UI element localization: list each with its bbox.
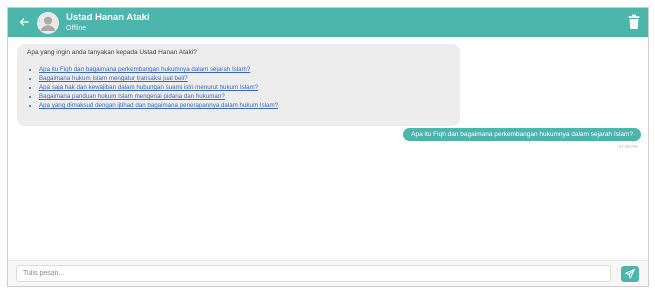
outgoing-message: Apa itu Fiqh dan bagaimana perkembangan … [403,128,641,141]
composer-bar [8,260,648,286]
contact-status: Offline [66,25,87,32]
incoming-message-intro: Apa yang ingin anda tanyakan kepada Usta… [27,49,197,56]
list-item: Apa saja hak dan kewajiban dalam hubunga… [39,83,278,92]
list-item: Apa yang dimaksud dengan ijtihad dan bag… [39,101,278,110]
send-button[interactable] [621,266,639,282]
avatar[interactable] [37,12,59,34]
arrow-left-icon [19,18,29,26]
message-input[interactable] [16,265,611,282]
suggestion-list: Apa itu Fiqh dan bagaimana perkembangan … [27,65,278,110]
trash-icon [628,14,640,29]
back-button[interactable] [16,14,32,30]
incoming-message: Apa yang ingin anda tanyakan kepada Usta… [17,44,460,126]
delete-chat-button[interactable] [627,14,641,30]
list-item: Apa itu Fiqh dan bagaimana perkembangan … [39,65,278,74]
list-item: Bagaimana hukum Islam mengatur transaksi… [39,74,278,83]
message-area[interactable]: Apa yang ingin anda tanyakan kepada Usta… [8,37,648,260]
user-avatar-icon [37,12,59,34]
message-timestamp: 07:00 PM [618,144,638,149]
send-icon [625,269,635,279]
suggestion-link[interactable]: Bagaimana hukum Islam mengatur transaksi… [39,75,188,82]
suggestion-link[interactable]: Bagaimana panduan hukum Islam mengenai p… [39,93,225,100]
suggestion-link[interactable]: Apa saja hak dan kewajiban dalam hubunga… [39,84,258,91]
chat-window: Ustad Hanan Ataki Offline Apa yang ingin… [7,7,649,287]
suggestion-link[interactable]: Apa yang dimaksud dengan ijtihad dan bag… [39,102,278,109]
list-item: Bagaimana panduan hukum Islam mengenai p… [39,92,278,101]
chat-header: Ustad Hanan Ataki Offline [8,8,648,37]
contact-name: Ustad Hanan Ataki [66,12,150,23]
suggestion-link[interactable]: Apa itu Fiqh dan bagaimana perkembangan … [39,66,250,73]
